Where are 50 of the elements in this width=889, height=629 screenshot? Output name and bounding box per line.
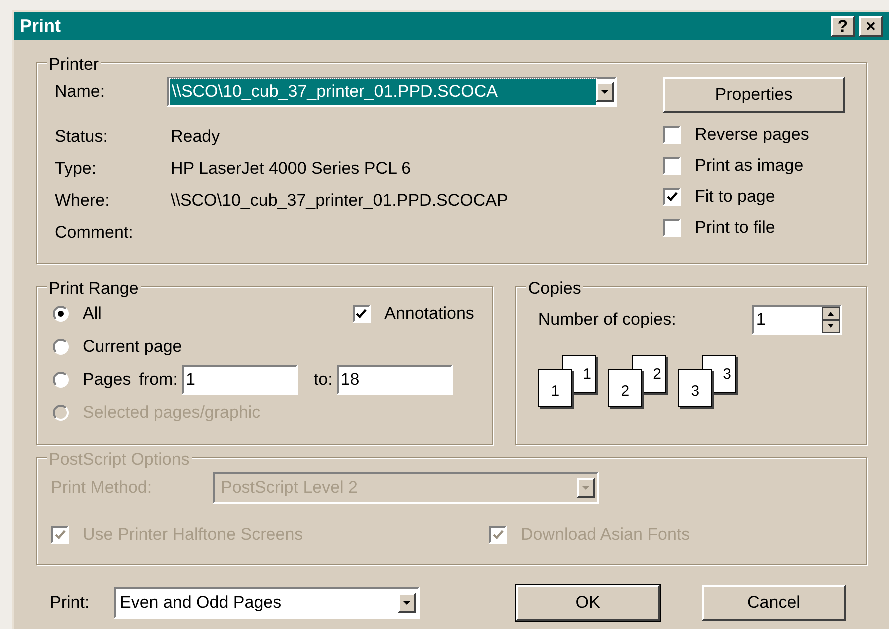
from-label: from: [139,368,178,391]
info-label: Where: [55,190,111,212]
properties-button[interactable]: Properties [663,77,845,113]
option-label: Fit to page [695,186,776,208]
option-label: Print as image [695,154,804,177]
page-sheet: 1 [538,369,572,407]
info-value: \\SCO\10_cub_37_printer_01.PPD.SCOCAP [171,190,508,212]
cancel-button[interactable]: Cancel [702,585,846,621]
option-label: Reverse pages [695,124,810,146]
printer-name-value: \\SCO\10_cub_37_printer_01.PPD.SCOCA [170,79,596,105]
check-mark-icon [492,530,504,540]
info-label: Type: [55,158,98,180]
printer-name-dropdown[interactable]: \\SCO\10_cub_37_printer_01.PPD.SCOCA [167,77,617,107]
close-button[interactable]: × [859,16,883,36]
check-mark-icon [54,530,66,540]
page-sheet: 2 [608,369,642,407]
page-sheet: 3 [678,369,712,407]
window-title: Print [20,14,62,38]
radio-button[interactable] [53,372,69,388]
print-dropdown[interactable]: Even and Odd Pages [114,587,420,619]
copies-value: 1 [756,309,767,332]
info-value: Ready [171,126,220,148]
name-label: Name: [55,81,106,104]
checkbox[interactable] [663,218,681,236]
spin-arrows-icon[interactable] [822,307,840,333]
print-label: Print: [50,592,91,614]
from-input[interactable]: 1 [182,364,298,394]
radio-button[interactable] [53,338,69,354]
checkbox[interactable] [663,156,681,174]
check-mark-icon [666,192,678,202]
ok-button[interactable]: OK [516,585,660,621]
radio-label: All [83,302,102,325]
option-label: Print to file [695,216,776,239]
radio-label: Pages [83,368,132,391]
help-button[interactable]: ? [831,16,855,36]
copies-label: Number of copies: [538,309,678,332]
info-label: Status: [55,126,109,148]
print-value: Even and Odd Pages [120,592,283,614]
checkbox[interactable] [663,188,681,206]
checkbox[interactable] [352,304,371,322]
checkbox[interactable] [663,126,681,144]
info-label: Comment: [55,222,134,244]
radio-label: Current page [83,336,182,358]
info-value: HP LaserJet 4000 Series PCL 6 [171,158,412,180]
to-label: to: [314,368,333,391]
radio-button[interactable] [53,306,69,322]
annotations-label: Annotations [384,302,474,325]
check-mark-icon [356,308,368,318]
to-input[interactable]: 18 [336,364,453,394]
copies-spinner[interactable]: 1 [752,305,842,335]
